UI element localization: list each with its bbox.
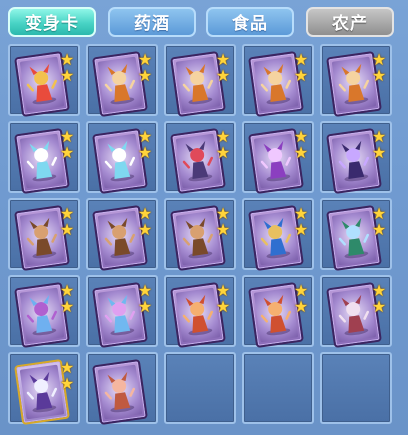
inventory-slot[interactable]: ★ ★ [164, 44, 236, 118]
empty-slot[interactable] [320, 352, 392, 424]
inventory-slot[interactable]: ★ ★ [164, 275, 236, 349]
tab-food[interactable]: 食品 [206, 7, 294, 37]
tab-transform-card[interactable]: 变身卡 [8, 7, 96, 37]
inventory-slot[interactable]: ★ ★ [242, 275, 314, 349]
inventory-slot[interactable]: ★ ★ [242, 198, 314, 272]
star-rating: ★ ★ [137, 283, 153, 315]
inventory-slot[interactable]: ★ ★ [86, 44, 158, 118]
inventory-slot[interactable]: ★ ★ [8, 198, 80, 272]
pig-card-icon [92, 358, 148, 426]
star-icon: ★ [215, 143, 231, 162]
star-icon: ★ [137, 297, 153, 316]
inventory-slot[interactable]: ★ ★ [86, 275, 158, 349]
empty-slot[interactable] [164, 352, 236, 424]
star-rating: ★ ★ [293, 206, 309, 238]
inventory-slot[interactable]: ★ ★ [8, 275, 80, 349]
tab-medicinal-wine[interactable]: 药酒 [108, 7, 196, 37]
star-icon: ★ [215, 66, 231, 85]
category-tabs: 变身卡 药酒 食品 农产 [0, 0, 408, 44]
star-icon: ★ [293, 220, 309, 239]
star-rating: ★ ★ [215, 283, 231, 315]
star-rating: ★ ★ [137, 52, 153, 84]
star-icon: ★ [59, 66, 75, 85]
empty-slot[interactable] [242, 352, 314, 424]
star-rating: ★ ★ [59, 283, 75, 315]
star-rating: ★ ★ [371, 52, 387, 84]
star-icon: ★ [137, 220, 153, 239]
star-rating: ★ ★ [215, 52, 231, 84]
star-icon: ★ [59, 220, 75, 239]
inventory-slot[interactable]: ★ ★ [320, 275, 392, 349]
star-icon: ★ [59, 374, 75, 393]
star-rating: ★ ★ [59, 129, 75, 161]
star-rating: ★ ★ [59, 206, 75, 238]
star-icon: ★ [371, 66, 387, 85]
star-rating: ★ ★ [371, 129, 387, 161]
star-icon: ★ [371, 297, 387, 316]
star-icon: ★ [59, 143, 75, 162]
star-icon: ★ [215, 297, 231, 316]
inventory-slot[interactable] [86, 352, 158, 426]
star-rating: ★ ★ [371, 206, 387, 238]
star-rating: ★ ★ [59, 360, 75, 392]
star-icon: ★ [371, 220, 387, 239]
inventory-slot[interactable]: ★ ★ [320, 44, 392, 118]
inventory-slot[interactable]: ★ ★ [8, 44, 80, 118]
inventory-slot[interactable]: ★ ★ [8, 121, 80, 195]
tab-farm-produce[interactable]: 农产 [306, 7, 394, 37]
star-icon: ★ [371, 143, 387, 162]
star-rating: ★ ★ [293, 283, 309, 315]
inventory-slot[interactable]: ★ ★ [320, 198, 392, 272]
star-icon: ★ [137, 66, 153, 85]
star-rating: ★ ★ [293, 52, 309, 84]
star-icon: ★ [293, 297, 309, 316]
star-rating: ★ ★ [215, 206, 231, 238]
star-rating: ★ ★ [371, 283, 387, 315]
star-icon: ★ [59, 297, 75, 316]
inventory-slot[interactable]: ★ ★ [8, 352, 80, 426]
inventory-slot[interactable]: ★ ★ [164, 198, 236, 272]
star-icon: ★ [293, 66, 309, 85]
star-icon: ★ [137, 143, 153, 162]
star-rating: ★ ★ [137, 206, 153, 238]
star-icon: ★ [293, 143, 309, 162]
inventory-slot[interactable]: ★ ★ [164, 121, 236, 195]
star-rating: ★ ★ [293, 129, 309, 161]
star-rating: ★ ★ [215, 129, 231, 161]
inventory-slot[interactable]: ★ ★ [242, 44, 314, 118]
inventory-slot[interactable]: ★ ★ [242, 121, 314, 195]
star-rating: ★ ★ [137, 129, 153, 161]
star-icon: ★ [215, 220, 231, 239]
star-rating: ★ ★ [59, 52, 75, 84]
inventory-slot[interactable]: ★ ★ [320, 121, 392, 195]
inventory-slot[interactable]: ★ ★ [86, 198, 158, 272]
inventory-slot[interactable]: ★ ★ [86, 121, 158, 195]
